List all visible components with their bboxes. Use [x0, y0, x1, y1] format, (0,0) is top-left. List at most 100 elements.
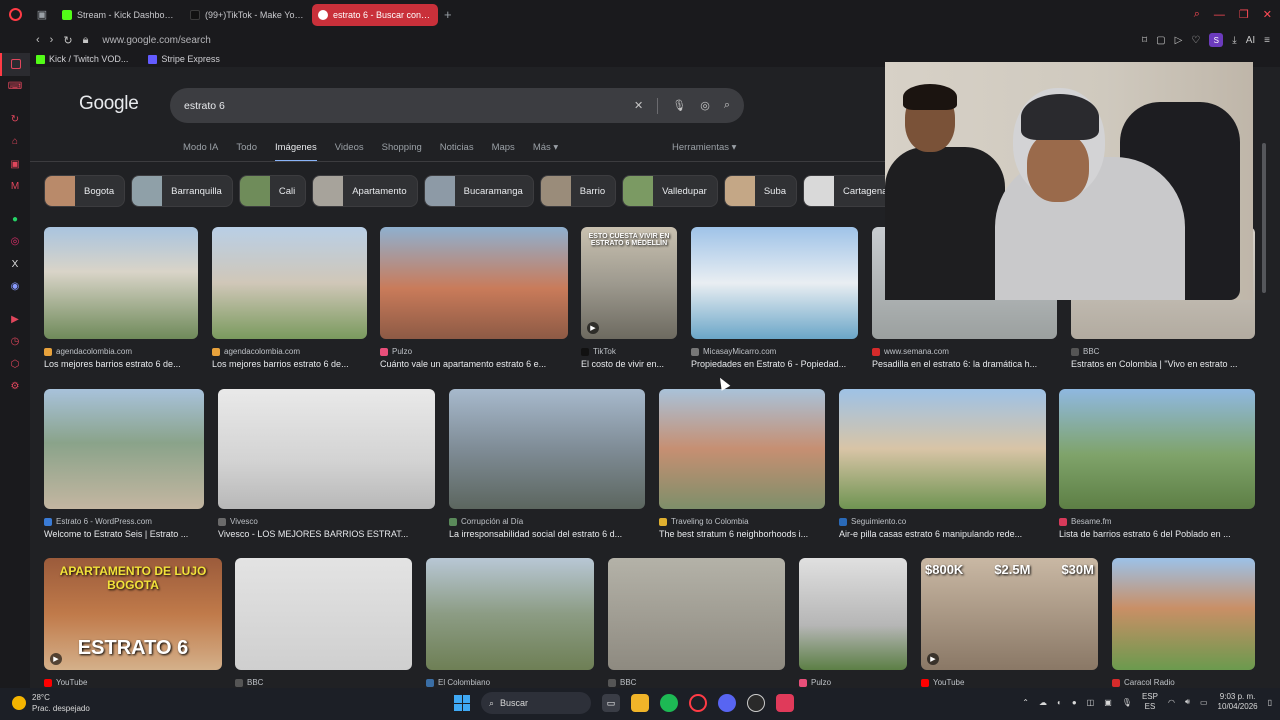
home-icon[interactable]: [0, 53, 30, 76]
settings-icon[interactable]: ⚙: [0, 376, 30, 399]
result-source[interactable]: Traveling to Colombia: [659, 517, 825, 526]
result-source[interactable]: agendacolombia.com: [212, 347, 367, 356]
opera-icon[interactable]: [689, 694, 707, 712]
weather-widget[interactable]: 28°C Prac. despejado: [12, 692, 90, 714]
player-icon[interactable]: ▶: [0, 308, 30, 331]
result-title[interactable]: Lista de barrios estrato 6 del Poblado e…: [1059, 529, 1255, 539]
file-explorer-icon[interactable]: [631, 694, 649, 712]
chevron-up-icon[interactable]: ⌃: [1022, 698, 1029, 707]
volume-icon[interactable]: 🔊︎: [1185, 697, 1190, 707]
download-icon[interactable]: ⤓: [1232, 35, 1236, 46]
image-result[interactable]: agendacolombia.com Los mejores barrios es…: [44, 227, 198, 369]
browser-tab[interactable]: (99+)TikTok - Make Your Day: [184, 4, 310, 26]
result-source[interactable]: Seguimiento.co: [839, 517, 1046, 526]
url-field[interactable]: www.google.com/search: [102, 35, 210, 46]
image-result[interactable]: Pulzo: [799, 558, 907, 687]
minimize-icon[interactable]: —: [1214, 9, 1225, 21]
back-icon[interactable]: ‹: [36, 34, 40, 46]
result-source[interactable]: El Colombiano: [426, 678, 594, 687]
result-title[interactable]: The best stratum 6 neighborhoods i...: [659, 529, 825, 539]
clock[interactable]: 9:03 p. m. 10/04/2026: [1218, 692, 1258, 712]
image-result[interactable]: agendacolombia.com Los mejores barrios es…: [212, 227, 367, 369]
opera-logo-icon[interactable]: [0, 0, 30, 29]
result-thumbnail[interactable]: [44, 389, 204, 509]
result-source[interactable]: Corrupción al Día: [449, 517, 645, 526]
app-tray-icon[interactable]: ◐: [1057, 698, 1062, 707]
result-thumbnail[interactable]: [1059, 389, 1255, 509]
result-source[interactable]: Caracol Radio: [1112, 678, 1255, 687]
result-thumbnail[interactable]: [44, 227, 198, 339]
whatsapp-icon[interactable]: ●: [0, 208, 30, 231]
result-thumbnail[interactable]: $800K $2.5M $30M ▶: [921, 558, 1098, 670]
result-thumbnail[interactable]: ESTO CUESTA VIVIR EN ESTRATO 6 MEDELLÍN ▶: [581, 227, 677, 339]
record-icon[interactable]: ●: [1072, 698, 1077, 707]
image-result[interactable]: $800K $2.5M $30M ▶ YouTube: [921, 558, 1098, 687]
start-icon[interactable]: [454, 695, 470, 711]
result-source[interactable]: TikTok: [581, 347, 677, 356]
x-icon[interactable]: X: [0, 253, 30, 276]
snapshot-icon[interactable]: ▢: [1156, 35, 1165, 46]
result-source[interactable]: Pulzo: [799, 678, 907, 687]
onedrive-icon[interactable]: ☁: [1039, 698, 1047, 707]
result-thumbnail[interactable]: [426, 558, 594, 670]
result-source[interactable]: YouTube: [921, 678, 1098, 687]
image-result[interactable]: BBC: [608, 558, 785, 687]
result-source[interactable]: Besame.fm: [1059, 517, 1255, 526]
bookmark-item[interactable]: Stripe Express: [148, 54, 220, 64]
task-view-icon[interactable]: ▭: [602, 694, 620, 712]
result-source[interactable]: Estrato 6 - WordPress.com: [44, 517, 204, 526]
result-title[interactable]: Welcome to Estrato Seis | Estrato ...: [44, 529, 204, 539]
result-thumbnail[interactable]: [218, 389, 435, 509]
forward-icon[interactable]: ›: [50, 34, 54, 46]
result-thumbnail[interactable]: [691, 227, 858, 339]
image-result[interactable]: Corrupción al Día La irresponsabilidad so…: [449, 389, 645, 539]
maximize-icon[interactable]: ❐: [1239, 8, 1249, 21]
lock-icon[interactable]: 🔒︎: [83, 34, 89, 47]
language-indicator[interactable]: ESP ES: [1142, 692, 1158, 712]
wifi-icon[interactable]: ◠: [1168, 698, 1175, 707]
play-icon[interactable]: ▷: [1175, 35, 1183, 46]
tiktok-icon[interactable]: [776, 694, 794, 712]
result-thumbnail[interactable]: [449, 389, 645, 509]
result-thumbnail[interactable]: [212, 227, 367, 339]
history-icon[interactable]: ◷: [0, 331, 30, 354]
microphone-tray-icon[interactable]: 🎙︎: [1122, 698, 1132, 707]
result-thumbnail[interactable]: [608, 558, 785, 670]
discord-icon[interactable]: ◉: [0, 276, 30, 299]
result-title[interactable]: Estratos en Colombia | "Vivo en estrato …: [1071, 359, 1255, 369]
notifications-icon[interactable]: ▯: [1268, 698, 1272, 707]
page-scrollbar[interactable]: [1262, 143, 1266, 293]
result-title[interactable]: Propiedades en Estrato 6 - Popiedad...: [691, 359, 858, 369]
image-result[interactable]: Estrato 6 - WordPress.com Welcome to Estr…: [44, 389, 204, 539]
taskbar-search[interactable]: ⌕ Buscar: [481, 692, 591, 714]
result-title[interactable]: Los mejores barrios estrato 6 de...: [212, 359, 367, 369]
reload-sidebar-icon[interactable]: ↻: [0, 108, 30, 131]
result-source[interactable]: Vivesco: [218, 517, 435, 526]
result-source[interactable]: MicasayMicarro.com: [691, 347, 858, 356]
result-title[interactable]: Cuánto vale un apartamento estrato 6 e..…: [380, 359, 568, 369]
extensions-icon[interactable]: ⬡: [0, 353, 30, 376]
reload-icon[interactable]: ↻: [63, 34, 72, 47]
gamepad-icon[interactable]: ⌨: [0, 76, 30, 99]
tab-overview-icon[interactable]: ▣: [30, 0, 54, 29]
close-icon[interactable]: ✕: [1263, 8, 1272, 21]
spotify-icon[interactable]: [660, 694, 678, 712]
profile-avatar[interactable]: S: [1209, 33, 1224, 47]
instagram-icon[interactable]: ◎: [0, 231, 30, 254]
result-source[interactable]: Pulzo: [380, 347, 568, 356]
image-result[interactable]: APARTAMENTO DE LUJO BOGOTA ESTRATO 6 ▶ YouT…: [44, 558, 222, 687]
result-thumbnail[interactable]: [659, 389, 825, 509]
image-result[interactable]: Vivesco Vivesco - LOS MEJORES BARRIOS EST…: [218, 389, 435, 539]
media-icon[interactable]: ▣: [0, 153, 30, 176]
battery-icon[interactable]: ▭: [1200, 698, 1208, 707]
heart-icon[interactable]: ♡: [1191, 35, 1200, 46]
result-title[interactable]: Los mejores barrios estrato 6 de...: [44, 359, 198, 369]
image-result[interactable]: Pulzo Cuánto vale un apartamento estrato …: [380, 227, 568, 369]
result-source[interactable]: BBC: [1071, 347, 1255, 356]
result-title[interactable]: La irresponsabilidad social del estrato …: [449, 529, 645, 539]
image-result[interactable]: Besame.fm Lista de barrios estrato 6 del …: [1059, 389, 1255, 539]
image-result[interactable]: El Colombiano: [426, 558, 594, 687]
new-tab-icon[interactable]: +: [444, 7, 452, 22]
result-title[interactable]: Vivesco - LOS MEJORES BARRIOS ESTRAT...: [218, 529, 435, 539]
result-source[interactable]: agendacolombia.com: [44, 347, 198, 356]
